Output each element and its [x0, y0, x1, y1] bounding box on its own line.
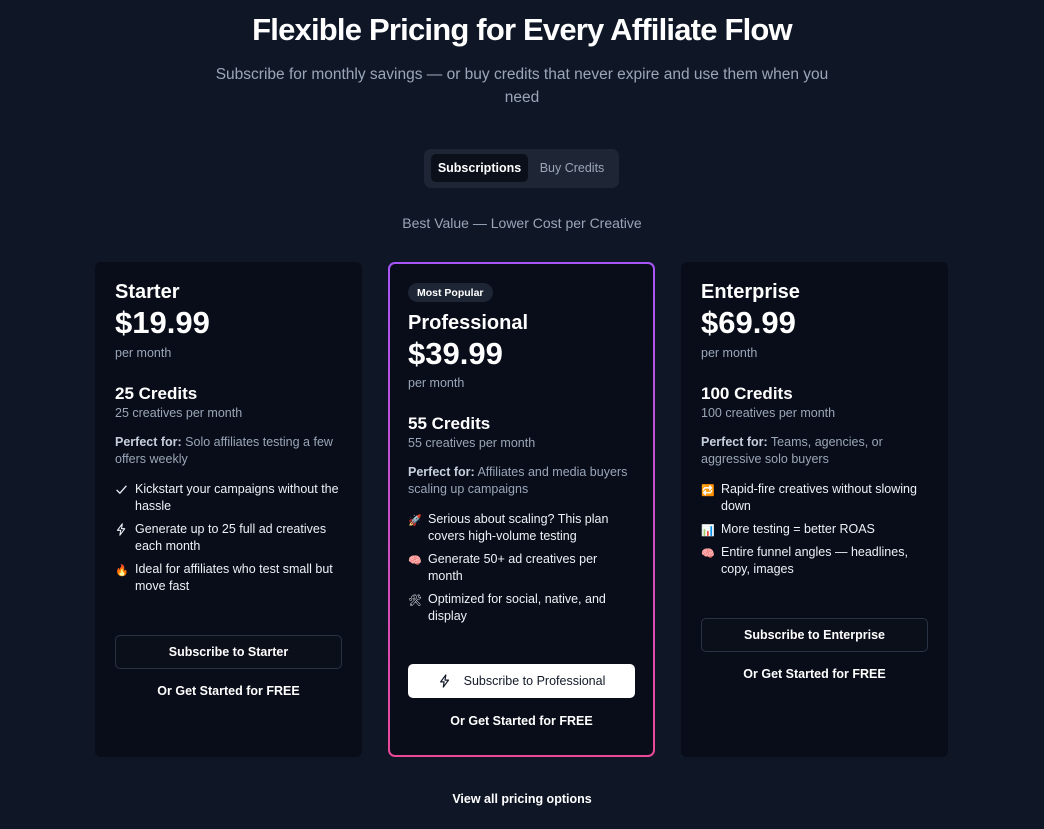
chart-icon: 📊 — [701, 525, 715, 537]
feature-item: 🔥 Ideal for affiliates who test small bu… — [115, 562, 333, 593]
view-all-pricing-link[interactable]: View all pricing options — [0, 792, 1044, 806]
repeat-icon: 🔁 — [701, 485, 715, 497]
feature-item: 📊 More testing = better ROAS — [701, 521, 928, 540]
plan-credits-sub: 100 creatives per month — [701, 406, 836, 420]
best-value-label: Best Value — Lower Cost per Creative — [402, 215, 642, 231]
plan-perfect-for: Perfect for: Teams, agencies, or aggress… — [701, 435, 883, 466]
tab-buy-credits[interactable]: Buy Credits — [532, 154, 612, 182]
subscribe-enterprise-button[interactable]: Subscribe to Enterprise — [701, 618, 928, 652]
plan-period: per month — [408, 376, 465, 390]
plan-price: $39.99 — [408, 336, 503, 371]
plan-card-professional: Most Popular Professional $39.99 per mon… — [388, 262, 655, 757]
page-subtitle: Subscribe for monthly savings — or buy c… — [215, 66, 829, 106]
plan-credits: 55 Credits — [408, 414, 491, 433]
feature-item: Kickstart your campaigns without the has… — [115, 481, 342, 515]
plan-name: Starter — [115, 281, 180, 303]
plan-name: Enterprise — [701, 281, 800, 303]
subscribe-starter-button[interactable]: Subscribe to Starter — [115, 635, 342, 669]
most-popular-badge: Most Popular — [408, 283, 493, 302]
lightning-icon — [439, 674, 449, 688]
plan-credits: 100 Credits — [701, 384, 793, 403]
plan-perfect-for: Perfect for: Solo affiliates testing a f… — [115, 435, 333, 466]
page-title: Flexible Pricing for Every Affiliate Flo… — [252, 12, 792, 47]
plan-credits-sub: 25 creatives per month — [115, 406, 243, 420]
plan-card-enterprise: Enterprise $69.99 per month 100 Credits … — [681, 262, 948, 757]
feature-item: 🔁 Rapid-fire creatives without slowing d… — [701, 482, 917, 513]
rocket-icon: 🚀 — [408, 515, 422, 527]
plan-card-starter: Starter $19.99 per month 25 Credits 25 c… — [95, 262, 362, 757]
plan-credits: 25 Credits — [115, 384, 198, 403]
get-started-free-link[interactable]: Or Get Started for FREE — [701, 667, 928, 681]
get-started-free-link[interactable]: Or Get Started for FREE — [115, 684, 342, 698]
tab-subscriptions[interactable]: Subscriptions — [431, 154, 528, 182]
plan-perfect-for: Perfect for: Affiliates and media buyers… — [408, 465, 628, 496]
feature-item: Generate up to 25 full ad creatives each… — [115, 521, 342, 555]
get-started-free-link[interactable]: Or Get Started for FREE — [408, 714, 635, 728]
fire-icon: 🔥 — [115, 565, 129, 577]
plan-period: per month — [115, 346, 172, 360]
feature-item: 🧠 Generate 50+ ad creatives per month — [408, 552, 598, 583]
plan-credits-sub: 55 creatives per month — [408, 436, 536, 450]
feature-item: 🧠 Entire funnel angles — headlines, copy… — [701, 545, 908, 576]
plan-period: per month — [701, 346, 758, 360]
plan-price: $19.99 — [115, 305, 210, 340]
check-icon — [115, 481, 135, 515]
feature-item: 🚀 Serious about scaling? This plan cover… — [408, 512, 609, 543]
tools-icon: 🛠 — [408, 595, 422, 607]
brain-icon: 🧠 — [701, 548, 715, 560]
plan-name: Professional — [408, 312, 529, 334]
billing-toggle: Subscriptions Buy Credits — [424, 149, 619, 188]
subscribe-professional-button[interactable]: Subscribe to Professional — [408, 664, 635, 698]
plan-price: $69.99 — [701, 305, 796, 340]
feature-item: 🛠 Optimized for social, native, and disp… — [408, 592, 606, 623]
brain-icon: 🧠 — [408, 555, 422, 567]
lightning-icon — [115, 521, 135, 555]
